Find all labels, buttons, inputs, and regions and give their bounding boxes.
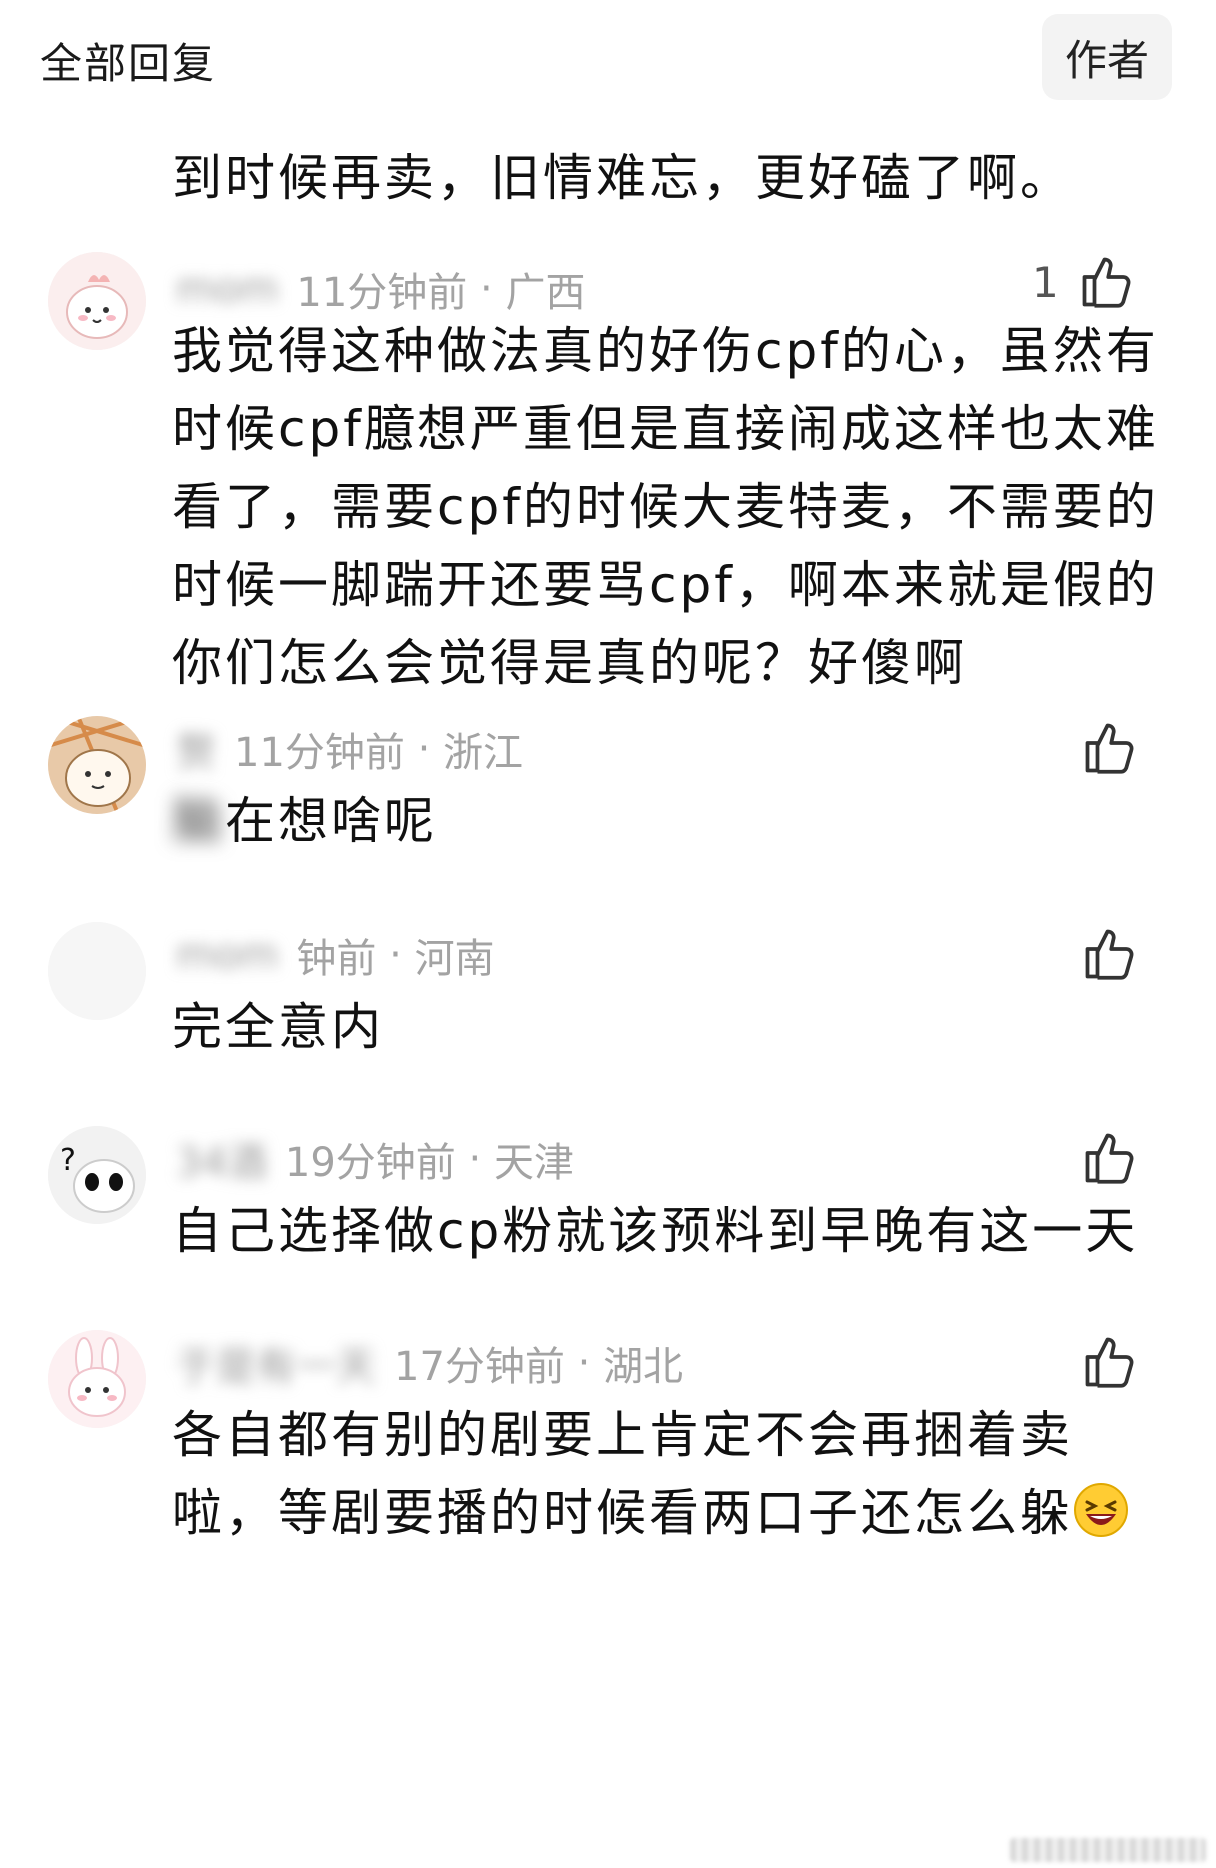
thumbs-up-icon: [1085, 723, 1134, 774]
bunny-avatar-icon[interactable]: [48, 252, 146, 350]
comment-time: 钟前: [296, 936, 377, 982]
comment-meta: 于是有一天 17分钟前 · 湖北: [176, 1334, 683, 1392]
comment-text: 我觉得这种做法真的好伤cpf的心，虽然有时候cpf臆想严重但是直接闹成这样也太难…: [172, 322, 1159, 692]
comment-meta: 赘 11分钟前 · 浙江: [176, 720, 523, 778]
comment-region: 浙江: [443, 730, 524, 776]
pink-bunny-avatar-icon[interactable]: [48, 1330, 146, 1428]
svg-text:?: ?: [60, 1143, 76, 1178]
blurred-text: 脑: [172, 792, 225, 850]
username[interactable]: 于是有一天: [176, 1334, 376, 1392]
blank-avatar-icon[interactable]: [48, 922, 146, 1020]
comment-region: 广西: [505, 270, 586, 316]
username[interactable]: 赘: [176, 720, 216, 778]
comment-region: 天津: [493, 1140, 574, 1186]
panda-avatar-icon[interactable]: ?: [48, 1126, 146, 1224]
comment-meta: mom 钟前 · 河南: [176, 926, 495, 984]
comment-text: 完全意内: [172, 998, 384, 1056]
like-button[interactable]: [1062, 1332, 1140, 1392]
top-comment-text: 到时候再卖，旧情难忘，更好磕了啊。: [172, 149, 1073, 207]
comment-region: 河南: [414, 936, 495, 982]
like-button[interactable]: [1062, 924, 1140, 984]
comment-meta: mom 11分钟前 · 广西: [176, 260, 585, 318]
thumbs-up-icon: [1082, 257, 1131, 308]
comment-time: 11分钟前: [234, 730, 405, 776]
author-filter-button[interactable]: 作者: [1042, 14, 1172, 100]
thumbs-up-icon: [1085, 1337, 1134, 1388]
username[interactable]: 34酒: [176, 1130, 267, 1188]
comment-text: 各自都有别的剧要上肯定不会再捆着卖啦，等剧要播的时候看两口子还怎么躲: [172, 1396, 1172, 1552]
thumbs-up-icon: [1085, 929, 1134, 980]
comment-time: 11分钟前: [296, 270, 468, 316]
username[interactable]: mom: [176, 266, 278, 312]
like-button[interactable]: 1: [1032, 252, 1137, 312]
username[interactable]: mom: [176, 932, 278, 978]
comment-region: 湖北: [603, 1344, 684, 1390]
laughing-emoji-icon: [1074, 1483, 1128, 1537]
header-title: 全部回复: [40, 39, 217, 88]
comment-meta: 34酒 19分钟前 · 天津: [176, 1130, 574, 1188]
comment-time: 19分钟前: [284, 1140, 456, 1186]
like-button[interactable]: [1062, 1128, 1140, 1188]
comment-time: 17分钟前: [394, 1344, 565, 1390]
comment-text: 脑在想啥呢: [172, 792, 437, 850]
thumbs-up-icon: [1085, 1133, 1134, 1184]
cartoon-avatar-icon[interactable]: [48, 716, 146, 814]
like-count: 1: [1032, 257, 1059, 307]
watermark: [1010, 1838, 1206, 1862]
like-button[interactable]: [1062, 718, 1140, 778]
comment-text: 自己选择做cp粉就该预料到早晚有这一天: [172, 1202, 1139, 1260]
